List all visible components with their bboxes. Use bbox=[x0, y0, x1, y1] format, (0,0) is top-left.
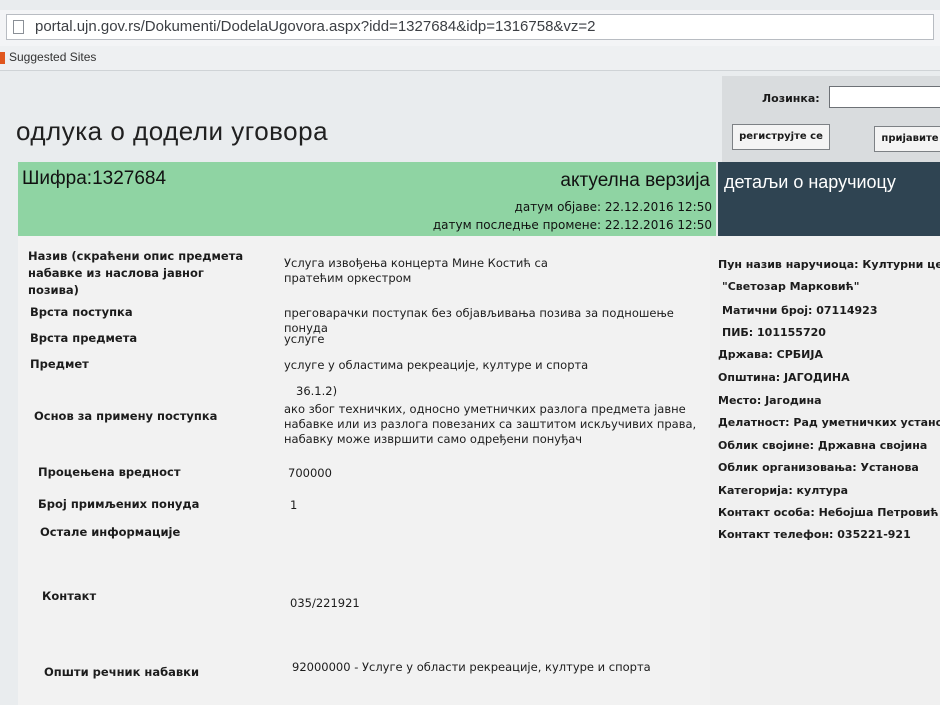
field-label-procedure-basis: Основ за примену поступка bbox=[34, 409, 218, 423]
client-details-panel: Пун назив наручиоца: Културни центар "Св… bbox=[710, 236, 940, 705]
client-org-form: Облик организовања: Установа bbox=[718, 461, 919, 474]
client-pib: ПИБ: 101155720 bbox=[722, 326, 826, 339]
status-bar: Шифра:1327684 актуелна верзија датум обј… bbox=[18, 162, 716, 236]
client-country: Држава: СРБИЈА bbox=[718, 348, 823, 361]
procurement-code: Шифра:1327684 bbox=[22, 168, 167, 189]
field-label-other-info: Остале информације bbox=[40, 525, 181, 539]
register-button[interactable]: региструјте се bbox=[732, 124, 830, 150]
current-version: актуелна верзија bbox=[560, 170, 710, 191]
field-label-contact: Контакт bbox=[42, 589, 97, 603]
field-value-contact: 035/221921 bbox=[290, 596, 360, 610]
field-value-name: Услуга извођења концерта Мине Костић са … bbox=[284, 256, 548, 285]
field-label-procedure-type: Врста поступка bbox=[30, 305, 133, 319]
field-value-cpv: 92000000 - Услуге у области рекреације, … bbox=[292, 660, 651, 674]
client-id-number: Матични број: 07114923 bbox=[722, 304, 878, 317]
page-title: одлука о додели уговора bbox=[16, 116, 329, 146]
password-input[interactable] bbox=[829, 86, 940, 108]
client-category: Категорија: култура bbox=[718, 484, 849, 497]
publish-date: датум објаве: 22.12.2016 12:50 bbox=[514, 200, 712, 214]
client-ownership: Облик својине: Државна својина bbox=[718, 439, 928, 452]
bookmarks-bar: Suggested Sites bbox=[0, 46, 940, 71]
url-input[interactable]: portal.ujn.gov.rs/Dokumenti/DodelaUgovor… bbox=[6, 14, 934, 40]
modified-date: датум последње промене: 22.12.2016 12:50 bbox=[432, 218, 712, 232]
client-contact-phone: Контакт телефон: 035221-921 bbox=[718, 528, 911, 541]
field-label-subject-type: Врста предмета bbox=[30, 331, 138, 345]
browser-address-bar: portal.ujn.gov.rs/Dokumenti/DodelaUgovor… bbox=[0, 10, 940, 47]
field-value-subject-type: услуге bbox=[284, 332, 325, 346]
url-text: portal.ujn.gov.rs/Dokumenti/DodelaUgovor… bbox=[35, 18, 596, 35]
bookmark-icon bbox=[0, 52, 5, 64]
field-label-name: Назив (скраћени опис предмета набавке из… bbox=[28, 249, 244, 297]
field-label-estimated-value: Процењена вредност bbox=[38, 465, 181, 479]
page-icon bbox=[13, 20, 24, 34]
field-label-cpv: Општи речник набавки bbox=[44, 665, 200, 679]
field-value-subject: услуге у областима рекреације, културе и… bbox=[284, 358, 589, 372]
field-value-estimated-value: 700000 bbox=[288, 466, 332, 480]
bookmark-suggested-sites[interactable]: Suggested Sites bbox=[9, 50, 96, 64]
details-panel: Назив (скраћени опис предмета набавке из… bbox=[18, 236, 711, 705]
field-label-subject: Предмет bbox=[30, 357, 89, 371]
field-value-bids-received: 1 bbox=[290, 498, 298, 512]
field-value-procedure-basis: ако због техничких, односно уметничких р… bbox=[284, 402, 697, 446]
field-value-procedure-type: преговарачки поступак без објављивања по… bbox=[284, 306, 674, 335]
client-municipality: Општина: ЈАГОДИНА bbox=[718, 371, 850, 384]
client-details-title: детаљи о наручиоцу bbox=[724, 172, 896, 192]
password-label: Лозинка: bbox=[762, 92, 820, 105]
field-label-bids-received: Број примљених понуда bbox=[38, 497, 200, 511]
login-button[interactable]: пријавите bbox=[874, 126, 940, 152]
client-full-name: Пун назив наручиоца: Културни центар bbox=[718, 258, 940, 271]
client-details-header: детаљи о наручиоцу bbox=[718, 162, 940, 236]
client-place: Место: Јагодина bbox=[718, 394, 822, 407]
client-full-name-2: "Светозар Марковић" bbox=[722, 280, 860, 293]
login-panel: Лозинка: региструјте се пријавите bbox=[722, 76, 940, 162]
client-contact-person: Контакт особа: Небојша Петровић bbox=[718, 506, 939, 519]
client-activity: Делатност: Рад уметничких установа bbox=[718, 416, 940, 429]
field-value-procedure-basis-code: 36.1.2) bbox=[296, 384, 338, 398]
